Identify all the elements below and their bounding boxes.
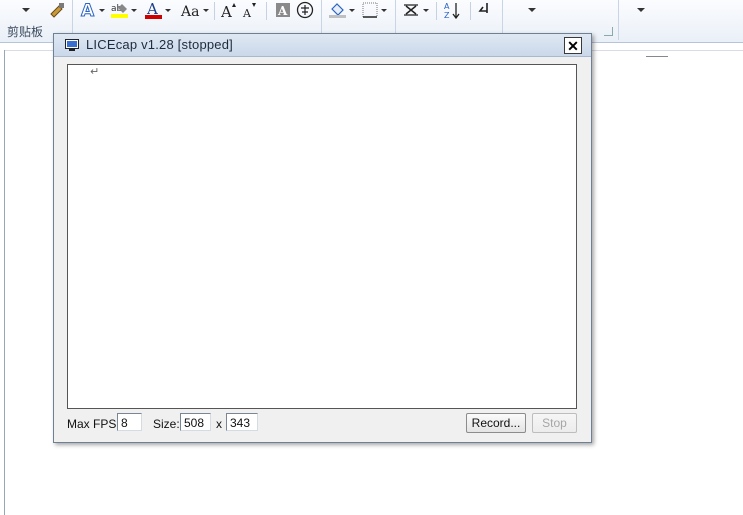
max-fps-input[interactable]: 8 xyxy=(117,413,142,431)
character-shading-button[interactable]: A xyxy=(276,0,292,20)
dialog-launcher-icon[interactable] xyxy=(604,27,613,36)
sort-button[interactable]: A Z xyxy=(444,0,464,20)
ribbon-separator xyxy=(214,2,215,20)
editing-dropdown-arrow[interactable] xyxy=(637,0,645,20)
licecap-app-icon xyxy=(65,39,79,51)
grow-font-button[interactable]: A xyxy=(221,0,237,20)
change-case-button[interactable]: Aa xyxy=(180,0,210,20)
character-shading-icon: A xyxy=(276,3,290,18)
format-painter-button[interactable] xyxy=(48,0,66,20)
svg-text:A: A xyxy=(221,3,232,19)
line-spacing-button[interactable] xyxy=(402,0,432,20)
enclose-character-icon xyxy=(296,1,314,19)
ribbon-separator xyxy=(266,2,267,20)
highlight-icon: ab xyxy=(111,4,137,18)
paragraph-return-mark: ↵ xyxy=(90,65,100,78)
close-button[interactable]: ✕ xyxy=(564,37,582,54)
chevron-down-icon xyxy=(637,8,645,12)
capture-region: ↵ xyxy=(67,64,577,409)
highlight-color-button[interactable]: ab xyxy=(110,0,138,20)
clipboard-group-label: 剪贴板 xyxy=(7,25,44,39)
paragraph-shading-button[interactable] xyxy=(328,0,356,20)
shrink-font-icon: A xyxy=(242,3,256,19)
text-effects-icon: A xyxy=(81,1,105,19)
font-color-button[interactable]: A xyxy=(144,0,172,20)
svg-text:A: A xyxy=(444,2,450,11)
paste-dropdown-arrow[interactable] xyxy=(22,0,30,20)
styles-dropdown-arrow[interactable] xyxy=(528,0,536,20)
chevron-down-icon xyxy=(528,8,536,12)
ribbon-separator xyxy=(436,2,437,20)
controls-bar: Max FPS: 8 Size: 508 x 343 Record... Sto… xyxy=(54,412,591,436)
svg-text:Z: Z xyxy=(444,11,450,19)
width-input[interactable]: 508 xyxy=(180,413,211,431)
svg-text:A: A xyxy=(81,1,95,19)
licecap-window: LICEcap v1.28 [stopped] ✕ ↵ Max FPS: 8 S… xyxy=(53,33,592,443)
paint-bucket-icon xyxy=(329,3,355,18)
document-left-edge xyxy=(4,50,5,515)
font-color-icon: A xyxy=(145,1,171,19)
paragraph-mark-icon xyxy=(478,3,488,13)
stop-button[interactable]: Stop xyxy=(532,413,577,433)
svg-text:A: A xyxy=(242,7,252,19)
close-icon: ✕ xyxy=(567,37,579,54)
ribbon-group-separator xyxy=(618,0,619,40)
chevron-down-icon xyxy=(22,8,30,12)
size-label: Size: xyxy=(153,417,180,431)
record-button[interactable]: Record... xyxy=(466,413,526,433)
svg-text:Aa: Aa xyxy=(180,4,199,19)
svg-text:A: A xyxy=(277,4,288,18)
line-spacing-icon xyxy=(404,4,429,16)
enclose-character-button[interactable] xyxy=(296,0,314,20)
window-titlebar[interactable]: LICEcap v1.28 [stopped] ✕ xyxy=(54,34,591,57)
change-case-icon: Aa xyxy=(180,4,209,19)
ribbon-separator xyxy=(470,2,471,20)
max-fps-label: Max FPS: xyxy=(67,417,120,431)
window-title: LICEcap v1.28 [stopped] xyxy=(86,37,233,52)
show-marks-button[interactable] xyxy=(478,0,494,20)
borders-button[interactable] xyxy=(362,0,388,20)
page-corner-mark xyxy=(646,56,668,57)
height-input[interactable]: 343 xyxy=(226,413,258,431)
size-separator-label: x xyxy=(216,417,222,431)
format-painter-icon xyxy=(50,3,64,18)
shrink-font-button[interactable]: A xyxy=(242,0,258,20)
sort-icon: A Z xyxy=(444,2,460,19)
text-effects-button[interactable]: A xyxy=(80,0,106,20)
grow-font-icon: A xyxy=(221,3,236,19)
borders-icon xyxy=(362,2,387,18)
